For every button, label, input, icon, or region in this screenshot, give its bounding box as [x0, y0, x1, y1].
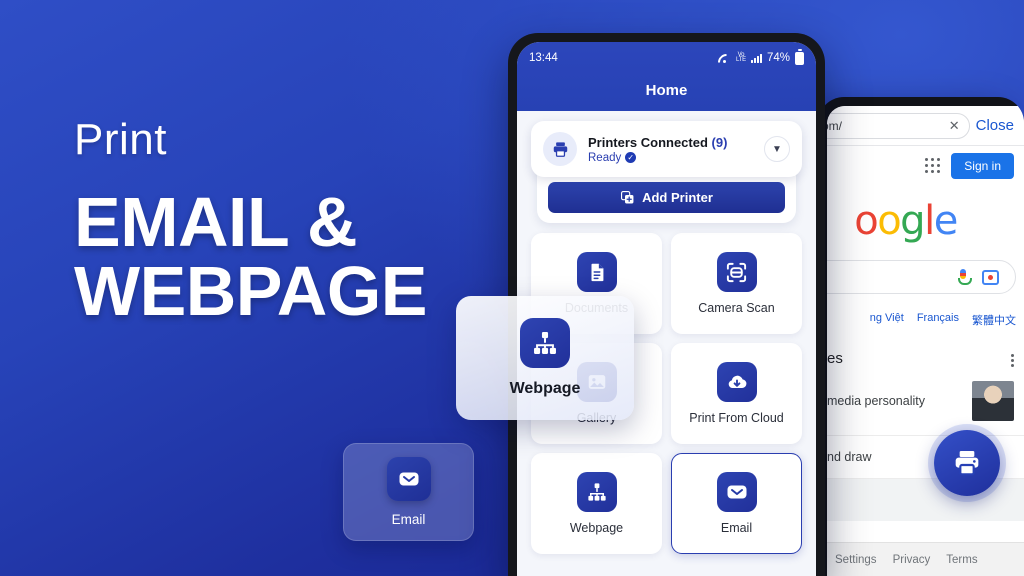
- browser-toolbar: com/ ✕ Close: [827, 106, 1024, 146]
- promo-banner: Print EMAIL & WEBPAGE Email com/ ✕ Close: [0, 0, 1024, 576]
- footer-link-settings[interactable]: Settings: [835, 554, 877, 566]
- headline-line-2: WEBPAGE: [74, 251, 428, 330]
- printer-name: Printers Connected: [588, 134, 708, 150]
- vowifi-icon: Vo LTE: [736, 52, 746, 63]
- kebab-menu-icon[interactable]: [1011, 350, 1014, 367]
- tile-print-from-cloud[interactable]: Print From Cloud: [671, 343, 802, 444]
- google-header-row: Sign in: [827, 146, 1024, 186]
- tile-webpage[interactable]: Webpage: [531, 453, 662, 554]
- microphone-icon[interactable]: [957, 268, 972, 286]
- marketing-copy: Print EMAIL & WEBPAGE: [74, 115, 494, 330]
- language-links: ng Việt Français 繁體中文: [827, 312, 1024, 328]
- print-fab-button[interactable]: [934, 430, 1000, 496]
- google-lens-icon[interactable]: [982, 269, 999, 285]
- footer-link-terms[interactable]: Terms: [946, 554, 977, 566]
- chevron-down-icon[interactable]: ▼: [764, 136, 790, 162]
- battery-percent: 74%: [766, 52, 790, 64]
- status-bar: 13:44 Vo LTE 74%: [529, 49, 804, 67]
- printer-icon: [543, 132, 577, 166]
- add-square-icon: [621, 191, 634, 204]
- floating-email-card[interactable]: Email: [343, 443, 474, 541]
- check-icon: ✓: [625, 152, 637, 163]
- news-placeholder-block: [827, 479, 1024, 521]
- signal-icon: [750, 53, 762, 63]
- headline: EMAIL & WEBPAGE: [74, 183, 494, 330]
- battery-icon: [795, 49, 804, 65]
- printer-status-text: Ready: [588, 151, 622, 164]
- status-time: 13:44: [529, 52, 558, 64]
- close-icon[interactable]: ✕: [949, 118, 960, 134]
- google-search-box[interactable]: [827, 260, 1016, 294]
- close-button[interactable]: Close: [976, 117, 1016, 134]
- news-item-text: media personality: [827, 394, 925, 408]
- news-heading: es: [827, 350, 843, 367]
- app-header: 13:44 Vo LTE 74% Home: [517, 42, 816, 111]
- language-link[interactable]: ng Việt: [870, 312, 904, 328]
- google-logo: oogle: [854, 198, 958, 244]
- tile-label: Print From Cloud: [689, 411, 784, 425]
- add-printer-label: Add Printer: [642, 190, 713, 205]
- page-title: Home: [645, 82, 688, 99]
- language-link[interactable]: Français: [917, 312, 959, 328]
- email-icon: [386, 457, 431, 501]
- news-thumbnail: [972, 381, 1014, 421]
- printer-status: Ready ✓: [588, 152, 753, 164]
- tile-label: Camera Scan: [698, 301, 775, 315]
- email-icon: [716, 472, 757, 512]
- camera-scan-icon: [716, 252, 757, 292]
- floating-webpage-label: Webpage: [509, 380, 581, 397]
- printer-count: (9): [711, 134, 728, 150]
- apps-grid-icon[interactable]: [925, 158, 941, 174]
- status-indicators: Vo LTE 74%: [718, 49, 804, 65]
- sitemap-icon: [520, 318, 570, 368]
- wifi-icon: [718, 53, 731, 63]
- printer-info: Printers Connected (9) Ready ✓: [588, 135, 753, 164]
- document-icon: [576, 252, 617, 292]
- list-item[interactable]: media personality: [827, 367, 1024, 436]
- url-text: com/: [827, 118, 843, 133]
- news-item-text: nd draw: [827, 450, 872, 464]
- footer-link-privacy[interactable]: Privacy: [893, 554, 931, 566]
- tile-label: Webpage: [569, 521, 624, 535]
- phone-browser-device: com/ ✕ Close Sign in oogle ng Việt: [818, 97, 1024, 576]
- printer-icon: [955, 451, 979, 476]
- tile-camera-scan[interactable]: Camera Scan: [671, 233, 802, 334]
- headline-line-1: EMAIL &: [74, 183, 358, 261]
- browser-footer: Settings Privacy Terms: [827, 542, 1024, 576]
- kicker-text: Print: [74, 115, 167, 164]
- cloud-download-icon: [716, 362, 757, 402]
- language-link[interactable]: 繁體中文: [972, 312, 1016, 328]
- sitemap-icon: [576, 472, 617, 512]
- tile-email[interactable]: Email: [671, 453, 802, 554]
- url-bar[interactable]: com/ ✕: [827, 112, 970, 139]
- add-printer-button[interactable]: Add Printer: [548, 182, 785, 213]
- printer-name-row: Printers Connected (9): [588, 135, 753, 150]
- printer-status-card[interactable]: Printers Connected (9) Ready ✓ ▼: [531, 121, 802, 177]
- tile-label: Email: [720, 521, 753, 535]
- browser-screen: com/ ✕ Close Sign in oogle ng Việt: [827, 106, 1024, 576]
- sign-in-button[interactable]: Sign in: [951, 153, 1014, 179]
- floating-email-label: Email: [391, 512, 426, 527]
- floating-webpage-card[interactable]: Webpage: [456, 296, 634, 420]
- news-section-header: es: [827, 350, 1024, 367]
